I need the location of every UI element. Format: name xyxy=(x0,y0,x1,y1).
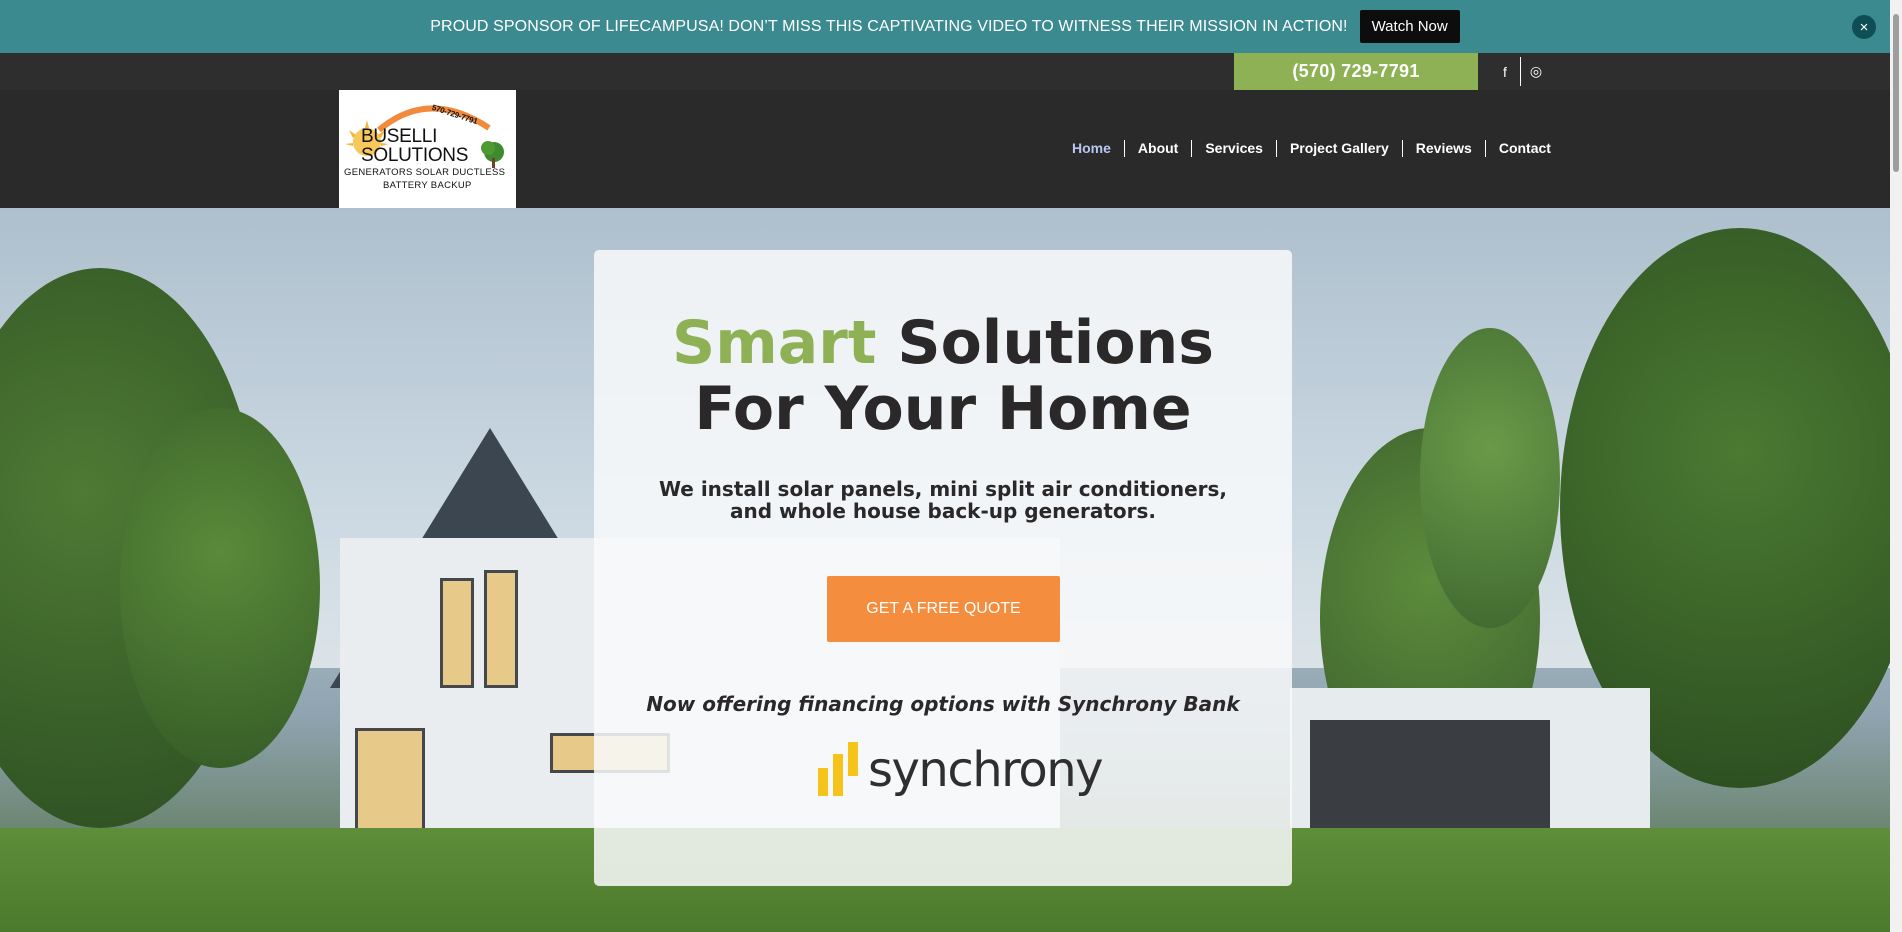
watch-now-button[interactable]: Watch Now xyxy=(1359,10,1460,43)
top-utility-bar: (570) 729-7791 f ◎ xyxy=(0,53,1890,90)
main-nav: Home About Services Project Gallery Revi… xyxy=(1059,140,1564,157)
hero-title-rest: Solutions xyxy=(897,308,1214,378)
logo-tagline: GENERATORS SOLAR DUCTLESS xyxy=(344,167,506,178)
company-logo[interactable]: 570-729-7791 BUSELLI SOLUTIONS GENERATOR… xyxy=(339,90,516,208)
synchrony-logo[interactable]: synchrony xyxy=(818,740,1104,800)
house-window xyxy=(440,578,474,688)
nav-services[interactable]: Services xyxy=(1191,140,1276,157)
synchrony-bars-icon xyxy=(818,742,862,798)
nav-about[interactable]: About xyxy=(1123,140,1191,157)
hero-section: Smart Solutions For Your Home We install… xyxy=(0,208,1890,932)
logo-name-line2: SOLUTIONS xyxy=(361,145,469,166)
get-free-quote-button[interactable]: GET A FREE QUOTE xyxy=(827,576,1060,642)
phone-button[interactable]: (570) 729-7791 xyxy=(1234,53,1478,90)
nav-project-gallery[interactable]: Project Gallery xyxy=(1275,140,1402,157)
hero-title-accent: Smart xyxy=(671,308,877,378)
tree-left-2 xyxy=(120,408,320,768)
hero-panel: Smart Solutions For Your Home We install… xyxy=(594,250,1292,886)
nav-home[interactable]: Home xyxy=(1059,140,1124,157)
page-scrollbar[interactable] xyxy=(1890,0,1902,932)
synchrony-wordmark: synchrony xyxy=(868,742,1104,798)
logo-tagline-2: BATTERY BACKUP xyxy=(383,180,472,191)
house-window xyxy=(484,570,518,688)
financing-text: Now offering financing options with Sync… xyxy=(646,692,1240,716)
scrollbar-thumb[interactable] xyxy=(1893,14,1899,172)
close-icon[interactable]: × xyxy=(1852,15,1876,39)
nav-reviews[interactable]: Reviews xyxy=(1401,140,1485,157)
social-links: f ◎ xyxy=(1490,57,1551,86)
announcement-text: PROUD SPONSOR OF LIFECAMPUSA! DON’T MISS… xyxy=(430,17,1348,35)
hero-subtitle: We install solar panels, mini split air … xyxy=(658,477,1228,523)
hero-title-line2: For Your Home xyxy=(694,374,1192,444)
hero-title: Smart Solutions For Your Home xyxy=(594,310,1292,442)
announcement-bar: PROUD SPONSOR OF LIFECAMPUSA! DON’T MISS… xyxy=(0,0,1890,53)
facebook-icon[interactable]: f xyxy=(1490,57,1520,86)
site-header: 570-729-7791 BUSELLI SOLUTIONS GENERATOR… xyxy=(0,90,1890,208)
tree-middle xyxy=(1420,328,1560,628)
nav-contact[interactable]: Contact xyxy=(1484,140,1564,157)
instagram-icon[interactable]: ◎ xyxy=(1521,57,1551,86)
